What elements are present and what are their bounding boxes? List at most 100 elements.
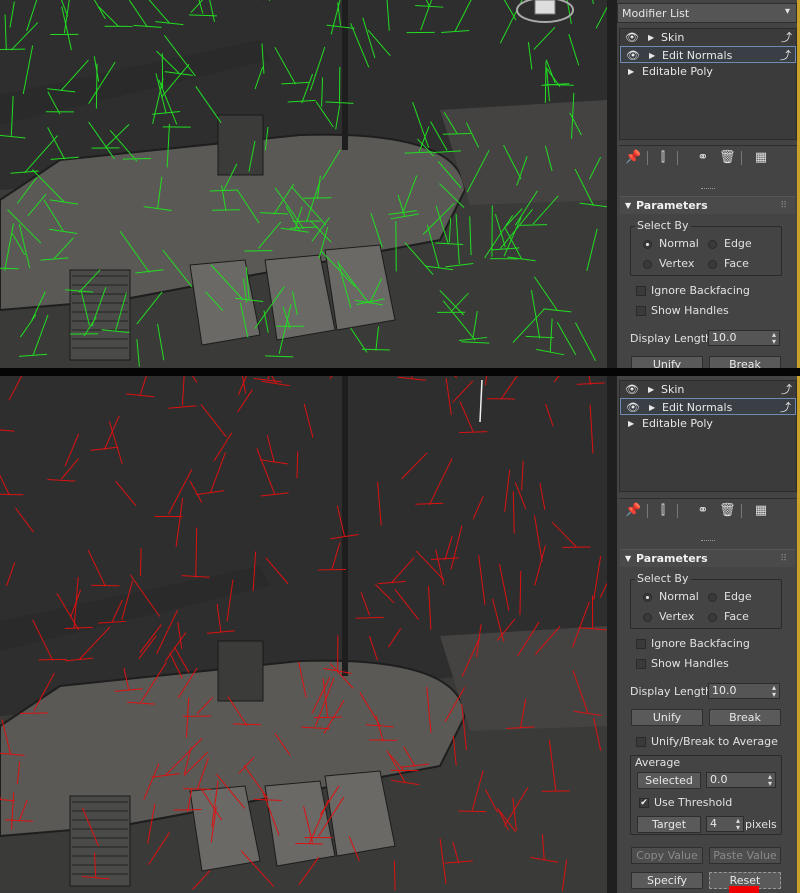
radio-dot xyxy=(708,593,717,602)
checkbox-box xyxy=(636,737,646,747)
top-screenshot: Modifier List ▾ 👁 ▶ Skin ⤴ 👁 ▶ Edit Norm… xyxy=(0,0,800,368)
selected-button[interactable]: Selected xyxy=(637,772,701,789)
toolbar-divider xyxy=(677,504,678,518)
stack-item-editable-poly[interactable]: ▶ Editable Poly xyxy=(620,415,796,432)
play-triangle-icon[interactable]: ▶ xyxy=(649,399,655,416)
selected-value: 0.0 xyxy=(710,773,728,786)
trash-icon[interactable]: 🗑 xyxy=(719,503,736,519)
display-length-spinner[interactable]: 10.0 ▴ ▾ xyxy=(708,330,780,346)
radio-dot xyxy=(643,613,652,622)
stack-item-editable-poly[interactable]: ▶ Editable Poly xyxy=(620,63,796,80)
select-by-label: Select By xyxy=(635,219,691,232)
pin-icon: ⤴ xyxy=(780,401,791,414)
stack-item-skin[interactable]: 👁 ▶ Skin ⤴ xyxy=(620,381,796,398)
pin-stack-icon[interactable]: 📌 xyxy=(625,150,641,166)
unique-icon[interactable]: ⚭ xyxy=(695,503,711,519)
play-triangle-icon[interactable]: ▶ xyxy=(648,381,654,398)
eye-icon[interactable]: 👁 xyxy=(625,381,639,398)
pin-icon: ⤴ xyxy=(781,383,792,396)
tank-model-red-normals xyxy=(0,376,607,893)
side-grille xyxy=(69,269,131,361)
viewport-top[interactable] xyxy=(0,0,607,368)
radio-dot xyxy=(643,240,652,249)
break-label: Break xyxy=(729,711,761,724)
grip-icon: ⠿ xyxy=(780,554,787,564)
unify-button[interactable]: Unify xyxy=(631,709,703,726)
target-spinner[interactable]: 4 ▴ ▾ xyxy=(706,816,744,832)
parameters-rollout: ▼ Parameters ⠿ Select By Normal Edge Ver… xyxy=(620,196,795,368)
break-button[interactable]: Break xyxy=(709,356,781,368)
parameters-title: Parameters xyxy=(636,199,708,212)
vertex-normal xyxy=(122,157,151,160)
viewport-bottom[interactable] xyxy=(0,376,607,893)
spinner-arrows-icon[interactable]: ▴ ▾ xyxy=(772,331,776,346)
stack-item-skin[interactable]: 👁 ▶ Skin ⤴ xyxy=(620,29,796,46)
copy-value-button[interactable]: Copy Value xyxy=(631,847,703,864)
vertex-normal xyxy=(173,809,202,811)
unify-button[interactable]: Unify xyxy=(631,356,703,368)
parameters-rollout: ▼ Parameters ⠿ Select By Normal Edge Ver… xyxy=(620,549,795,893)
panel-separator xyxy=(607,376,617,893)
pipe-icon[interactable]: ⫿ xyxy=(655,150,671,166)
average-label: Average xyxy=(635,756,681,769)
target-button[interactable]: Target xyxy=(637,816,701,833)
break-button[interactable]: Break xyxy=(709,709,781,726)
eye-icon[interactable]: 👁 xyxy=(626,399,640,416)
play-triangle-icon[interactable]: ▶ xyxy=(648,29,654,46)
selected-spinner[interactable]: 0.0 ▴ ▾ xyxy=(706,772,776,788)
viewcube-face xyxy=(534,0,556,15)
spinner-arrows-icon[interactable]: ▴ ▾ xyxy=(736,817,740,832)
specify-button[interactable]: Specify xyxy=(631,872,703,889)
stack-item-label: Skin xyxy=(661,383,685,396)
break-label: Break xyxy=(729,358,761,368)
stack-toolbar: 📌 ⫿ ⚭ 🗑 ▦ xyxy=(619,498,797,524)
modifier-stack: 👁 ▶ Skin ⤴ 👁 ▶ Edit Normals ⤴ ▶ Editable… xyxy=(619,28,797,140)
spinner-arrows-icon[interactable]: ▴ ▾ xyxy=(768,773,772,788)
play-triangle-icon[interactable]: ▶ xyxy=(628,63,634,80)
configure-icon[interactable]: ▦ xyxy=(753,150,769,166)
paste-value-button[interactable]: Paste Value xyxy=(709,847,781,864)
unify-label: Unify xyxy=(652,358,682,368)
trash-icon[interactable]: 🗑 xyxy=(719,150,736,166)
select-by-group: Select By Normal Edge Vertex Face xyxy=(630,572,782,629)
modifier-list-dropdown[interactable]: Modifier List ▾ xyxy=(617,3,797,23)
stack-item-edit-normals[interactable]: 👁 ▶ Edit Normals ⤴ xyxy=(620,46,796,63)
play-triangle-icon[interactable]: ▶ xyxy=(649,47,655,64)
pixels-label: pixels xyxy=(745,818,777,831)
spinner-arrows-icon[interactable]: ▴ ▾ xyxy=(772,684,776,699)
vertex-normal xyxy=(91,584,120,587)
bottom-screenshot: 👁 ▶ Skin ⤴ 👁 ▶ Edit Normals ⤴ ▶ Editable… xyxy=(0,376,800,893)
display-length-value: 10.0 xyxy=(712,331,737,344)
display-length-spinner[interactable]: 10.0 ▴ ▾ xyxy=(708,683,780,699)
parameters-header[interactable]: ▼ Parameters ⠿ xyxy=(620,196,795,214)
radio-dot xyxy=(643,260,652,269)
pin-icon: ⤴ xyxy=(780,49,791,62)
modifier-stack: 👁 ▶ Skin ⤴ 👁 ▶ Edit Normals ⤴ ▶ Editable… xyxy=(619,380,797,492)
pin-stack-icon[interactable]: 📌 xyxy=(625,503,641,519)
checkbox-box xyxy=(636,286,646,296)
tank-tread xyxy=(440,626,607,731)
stack-item-label: Skin xyxy=(661,31,685,44)
pipe-icon[interactable]: ⫿ xyxy=(655,503,671,519)
stack-item-edit-normals[interactable]: 👁 ▶ Edit Normals ⤴ xyxy=(620,398,796,415)
radio-dot xyxy=(643,593,652,602)
eye-icon[interactable]: 👁 xyxy=(626,47,640,64)
checkbox-label: Ignore Backfacing xyxy=(651,284,750,297)
parameters-header[interactable]: ▼ Parameters ⠿ xyxy=(620,549,795,567)
unique-icon[interactable]: ⚭ xyxy=(695,150,711,166)
toolbar-divider xyxy=(647,151,648,165)
eye-icon[interactable]: 👁 xyxy=(625,29,639,46)
unify-label: Unify xyxy=(652,711,682,724)
checkbox-box: ✔ xyxy=(639,798,649,808)
display-length-label: Display Length: xyxy=(630,332,716,345)
modify-panel-bottom: 👁 ▶ Skin ⤴ 👁 ▶ Edit Normals ⤴ ▶ Editable… xyxy=(617,376,800,893)
screenshot-divider xyxy=(0,368,800,376)
panel-separator xyxy=(607,0,617,368)
radio-label: Normal xyxy=(659,590,699,603)
pin-icon: ⤴ xyxy=(781,31,792,44)
play-triangle-icon[interactable]: ▶ xyxy=(628,415,634,432)
radio-dot xyxy=(708,260,717,269)
configure-icon[interactable]: ▦ xyxy=(753,503,769,519)
vertex-normal xyxy=(295,842,324,845)
tank-tread xyxy=(440,100,607,205)
